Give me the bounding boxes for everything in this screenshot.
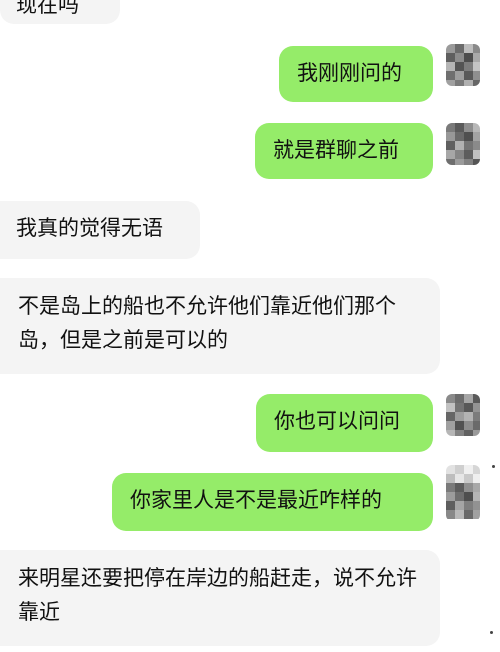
user-avatar-icon[interactable] <box>446 44 480 86</box>
user-avatar-icon[interactable] <box>446 394 480 436</box>
decorative-dot <box>492 465 495 468</box>
message-text: 现在吗 <box>16 0 79 17</box>
outgoing-message[interactable]: 你也可以问问 <box>256 394 433 452</box>
message-text: 不是岛上的船也不允许他们靠近他们那个岛，但是之前是可以的 <box>18 294 396 352</box>
message-text: 我真的觉得无语 <box>16 216 163 240</box>
message-text: 你也可以问问 <box>274 409 400 433</box>
incoming-message[interactable]: 来明星还要把停在岸边的船赶走，说不允许靠近 <box>0 550 440 646</box>
outgoing-message[interactable]: 就是群聊之前 <box>255 123 433 179</box>
decorative-dot <box>490 631 493 634</box>
incoming-message[interactable]: 现在吗 <box>0 0 120 24</box>
user-avatar-icon[interactable] <box>446 465 480 521</box>
outgoing-message[interactable]: 我刚刚问的 <box>279 46 433 102</box>
message-text: 你家里人是不是最近咋样的 <box>130 488 382 512</box>
message-text: 来明星还要把停在岸边的船赶走，说不允许靠近 <box>18 566 417 624</box>
incoming-message[interactable]: 不是岛上的船也不允许他们靠近他们那个岛，但是之前是可以的 <box>0 278 440 374</box>
user-avatar-icon[interactable] <box>446 123 480 165</box>
message-text: 我刚刚问的 <box>297 61 402 85</box>
chat-view: 现在吗 我刚刚问的 就是群聊之前 我真的觉得无语 不是岛上的船也不允许他们靠近他… <box>0 0 500 652</box>
message-text: 就是群聊之前 <box>273 138 399 162</box>
outgoing-message[interactable]: 你家里人是不是最近咋样的 <box>112 473 433 531</box>
incoming-message[interactable]: 我真的觉得无语 <box>0 201 200 259</box>
